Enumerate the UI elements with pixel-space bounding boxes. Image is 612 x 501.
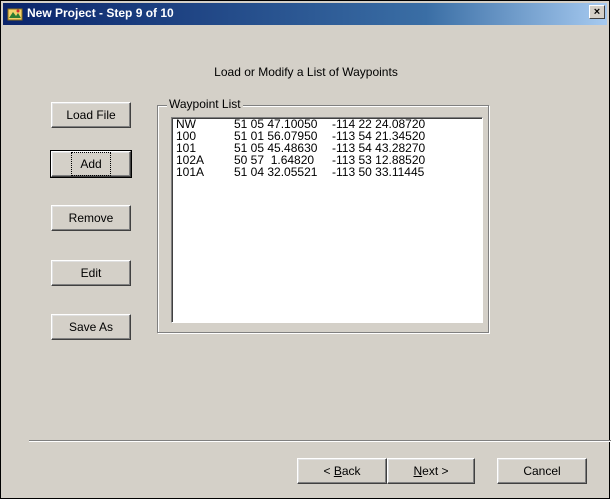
- page-heading: Load or Modify a List of Waypoints: [214, 65, 398, 79]
- window-title: New Project - Step 9 of 10: [27, 6, 174, 20]
- waypoint-name: 101A: [176, 165, 205, 179]
- back-accelerator: B: [333, 464, 342, 478]
- waypoint-listbox[interactable]: NW 51 05 47.10050 -114 22 24.08720 100 5…: [171, 117, 483, 323]
- next-label-rest: ext >: [422, 464, 449, 478]
- waypoint-group-legend: Waypoint List: [167, 97, 243, 111]
- footer-separator: [29, 440, 611, 442]
- add-label: Add: [71, 152, 111, 176]
- cancel-button[interactable]: Cancel: [497, 458, 587, 484]
- waypoint-latitude: 51 04 32.05521: [234, 165, 318, 179]
- list-item[interactable]: NW 51 05 47.10050 -114 22 24.08720: [172, 118, 482, 130]
- load-file-label: Load File: [66, 108, 116, 122]
- edit-label: Edit: [80, 266, 102, 280]
- back-button[interactable]: < Back: [297, 458, 387, 484]
- load-file-button[interactable]: Load File: [51, 102, 131, 128]
- add-button[interactable]: Add: [50, 150, 132, 178]
- next-button[interactable]: Next >: [387, 458, 475, 484]
- waypoint-longitude: -113 50 33.11445: [332, 165, 425, 179]
- wizard-window: New Project - Step 9 of 10 × Load or Mod…: [0, 0, 611, 499]
- save-as-button[interactable]: Save As: [51, 314, 131, 340]
- list-item[interactable]: 101A 51 04 32.05521 -113 50 33.11445: [172, 166, 482, 178]
- list-item[interactable]: 101 51 05 45.48630 -113 54 43.28270: [172, 142, 482, 154]
- remove-label: Remove: [68, 211, 114, 225]
- back-prefix: <: [323, 464, 334, 478]
- close-button[interactable]: ×: [589, 5, 605, 19]
- title-bar[interactable]: New Project - Step 9 of 10 ×: [3, 3, 607, 25]
- save-as-label: Save As: [68, 320, 114, 334]
- cancel-label: Cancel: [523, 464, 561, 478]
- project-wizard-icon: [7, 6, 23, 22]
- list-item[interactable]: 100 51 01 56.07950 -113 54 21.34520: [172, 130, 482, 142]
- list-item[interactable]: 102A 50 57 1.64820 -113 53 12.88520: [172, 154, 482, 166]
- back-label-rest: ack: [341, 464, 361, 478]
- next-accelerator: N: [413, 464, 423, 478]
- remove-button[interactable]: Remove: [51, 205, 131, 231]
- edit-button[interactable]: Edit: [51, 260, 131, 286]
